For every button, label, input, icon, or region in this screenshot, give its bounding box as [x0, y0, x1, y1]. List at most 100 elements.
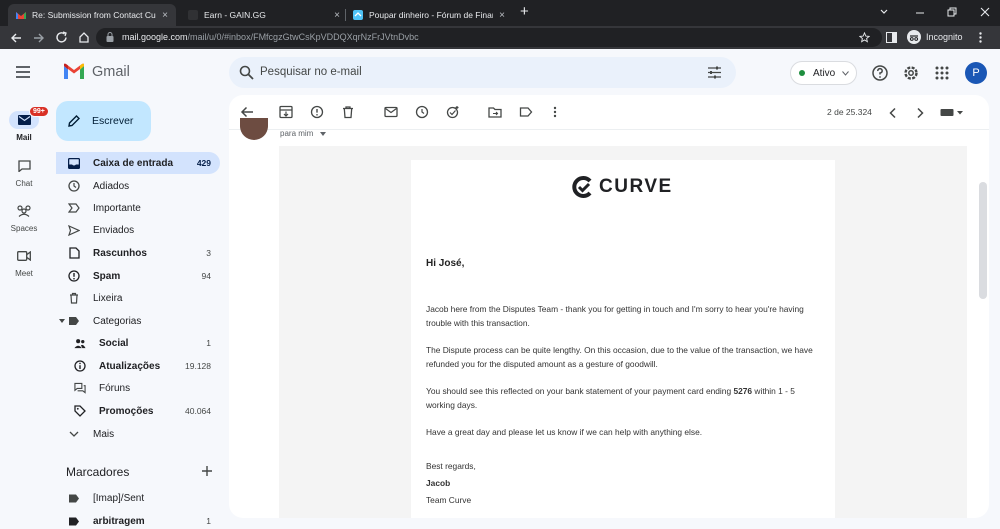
nav-forums[interactable]: Fóruns	[56, 377, 220, 399]
tab-gain[interactable]: Earn - GAIN.GG ×	[180, 4, 348, 26]
search-input[interactable]: Pesquisar no e-mail	[260, 66, 362, 78]
gmail-logo[interactable]: Gmail	[63, 63, 130, 80]
tab-search-icon[interactable]	[879, 7, 889, 17]
status-dot-icon	[799, 70, 805, 76]
window-close-icon[interactable]	[980, 7, 990, 17]
nav-sent[interactable]: Enviados	[56, 219, 220, 241]
nav-social[interactable]: Social 1	[56, 332, 220, 354]
nav-count: 40.064	[185, 406, 211, 416]
nav-label: Atualizações	[99, 360, 161, 372]
label-icon	[68, 515, 80, 527]
snooze-icon[interactable]	[415, 105, 429, 119]
search-options-icon[interactable]	[707, 65, 722, 80]
rail-mail[interactable]: 99+ Mail	[0, 106, 49, 142]
incognito-indicator[interactable]: Incognito	[907, 30, 982, 44]
rail-meet[interactable]: Meet	[0, 247, 48, 278]
url-path: /mail/u/0/#inbox/FMfcgzGtwCsKpVDDQXqrNzF…	[187, 32, 419, 42]
add-label-icon[interactable]	[201, 465, 213, 477]
incognito-label: Incognito	[926, 32, 963, 42]
search-bar[interactable]: Pesquisar no e-mail	[229, 57, 736, 88]
newer-icon[interactable]	[886, 106, 900, 120]
nav-snoozed[interactable]: Adiados	[56, 175, 220, 197]
signer-name: Jacob	[426, 478, 451, 488]
back-to-inbox-icon[interactable]	[240, 105, 254, 119]
add-task-icon[interactable]	[446, 105, 460, 119]
more-options-icon[interactable]	[548, 105, 562, 119]
nav-count: 19.128	[185, 361, 211, 371]
recipient-line[interactable]: para mim	[280, 129, 326, 138]
rail-spaces[interactable]: Spaces	[0, 202, 48, 233]
forward-icon[interactable]	[33, 32, 45, 44]
scrollbar-thumb[interactable]	[979, 182, 987, 299]
nav-updates[interactable]: Atualizações 19.128	[56, 355, 220, 377]
important-icon	[68, 202, 80, 214]
nav-trash[interactable]: Lixeira	[56, 287, 220, 309]
url-host: mail.google.com	[122, 32, 188, 42]
signer-team: Team Curve	[426, 495, 472, 505]
bookmark-star-icon[interactable]	[859, 32, 870, 43]
label-imap-sent[interactable]: [Imap]/Sent	[56, 487, 220, 509]
main-menu-icon[interactable]	[16, 66, 30, 78]
older-icon[interactable]	[913, 106, 927, 120]
status-label: Ativo	[813, 67, 836, 79]
sign-off: Best regards,	[426, 461, 476, 471]
nav-drafts[interactable]: Rascunhos 3	[56, 242, 220, 264]
settings-gear-icon[interactable]	[902, 64, 920, 82]
close-tab-icon[interactable]: ×	[334, 10, 340, 21]
lock-icon[interactable]	[106, 32, 114, 42]
side-panel-icon[interactable]	[886, 32, 897, 43]
nav-inbox[interactable]: Caixa de entrada 429	[56, 152, 220, 174]
trash-icon	[68, 292, 80, 304]
help-icon[interactable]	[871, 64, 889, 82]
to-me-label: para mim	[280, 129, 314, 138]
search-icon[interactable]	[239, 65, 254, 80]
close-tab-icon[interactable]: ×	[162, 10, 168, 21]
details-caret-icon[interactable]	[319, 132, 326, 136]
nav-important[interactable]: Importante	[56, 197, 220, 219]
move-to-icon[interactable]	[488, 105, 502, 119]
nav-categories[interactable]: Categorias	[56, 310, 220, 332]
labels-icon[interactable]	[519, 105, 533, 119]
account-avatar[interactable]: P	[965, 62, 987, 84]
rail-spaces-label: Spaces	[10, 224, 38, 233]
tab-forum[interactable]: Poupar dinheiro - Fórum de Finan ×	[345, 4, 513, 26]
rail-meet-label: Meet	[15, 269, 33, 278]
nav-spam[interactable]: Spam 94	[56, 265, 220, 287]
tab-gmail[interactable]: Re: Submission from Contact Cur ×	[8, 4, 176, 26]
nav-label: Mais	[93, 428, 115, 440]
report-spam-icon[interactable]	[310, 105, 324, 119]
compose-button[interactable]: Escrever	[56, 101, 151, 141]
rail-chat[interactable]: Chat	[0, 157, 48, 188]
message-pager: 2 de 25.324	[827, 107, 872, 117]
inbox-icon	[68, 157, 80, 169]
home-icon[interactable]	[78, 31, 90, 43]
nav-promotions[interactable]: Promoções 40.064	[56, 400, 220, 422]
apps-grid-icon[interactable]	[933, 64, 951, 82]
minimize-icon[interactable]	[915, 8, 925, 18]
sender-avatar[interactable]	[240, 118, 268, 140]
email-paragraph: Have a great day and please let us know …	[426, 427, 703, 437]
archive-icon[interactable]	[279, 105, 293, 119]
close-tab-icon[interactable]: ×	[499, 10, 505, 21]
browser-menu-icon[interactable]	[978, 31, 982, 43]
info-icon	[74, 360, 86, 372]
label-arbitragem[interactable]: arbitragem 1	[56, 510, 220, 529]
nav-label: Social	[99, 337, 129, 349]
collapse-caret-icon[interactable]	[59, 319, 65, 323]
spam-icon	[68, 270, 80, 282]
email-greeting: Hi José,	[426, 258, 465, 269]
back-icon[interactable]	[10, 32, 22, 44]
reload-icon[interactable]	[55, 31, 68, 44]
nav-label: [Imap]/Sent	[93, 492, 145, 504]
new-tab-button[interactable]: +	[520, 3, 529, 20]
address-bar[interactable]: mail.google.com/mail/u/0/#inbox/FMfcgzGt…	[96, 28, 882, 47]
email-body-frame: CURVE Hi José, Jacob here from the Dispu…	[279, 146, 967, 518]
input-tools-icon[interactable]	[940, 108, 964, 117]
mark-unread-icon[interactable]	[384, 105, 398, 119]
url-text[interactable]: mail.google.com/mail/u/0/#inbox/FMfcgzGt…	[122, 32, 419, 42]
restore-icon[interactable]	[947, 7, 957, 17]
status-selector[interactable]: Ativo	[790, 61, 857, 85]
toolbar-divider	[229, 129, 989, 130]
delete-icon[interactable]	[341, 105, 355, 119]
nav-more[interactable]: Mais	[56, 423, 220, 445]
